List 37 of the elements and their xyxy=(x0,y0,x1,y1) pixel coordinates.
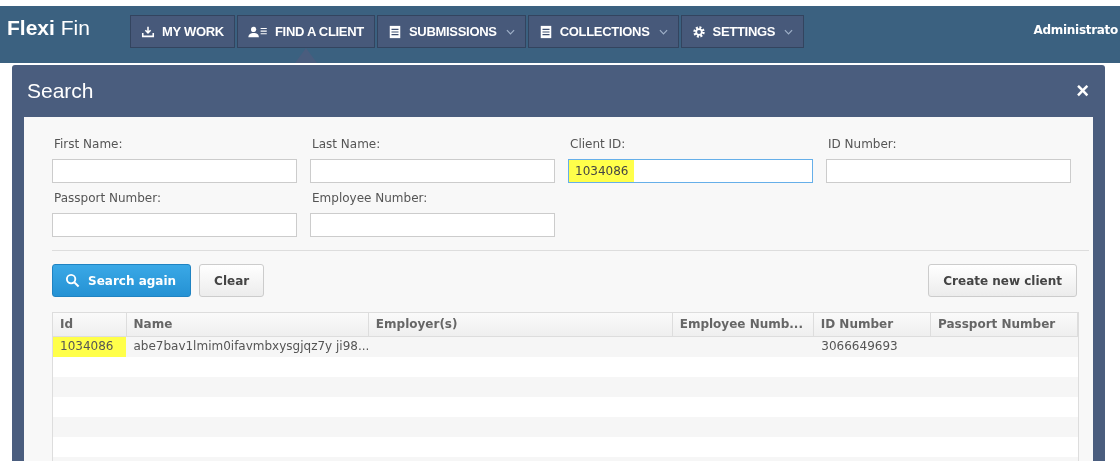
nav-tab[interactable]: SETTINGS xyxy=(680,15,805,48)
field-label: ID Number: xyxy=(827,137,898,151)
dialog-title: Search xyxy=(26,79,94,103)
column-header[interactable]: Employee Numb... xyxy=(672,313,814,336)
table-cell: 3066649693 xyxy=(821,339,898,353)
close-button[interactable]: × xyxy=(1072,80,1093,102)
clear-button[interactable]: Clear xyxy=(199,264,265,297)
input-field[interactable] xyxy=(826,159,1071,183)
person-list-icon xyxy=(247,24,268,39)
field-label: Passport Number: xyxy=(53,191,162,205)
input-field[interactable] xyxy=(52,159,297,183)
gear-icon xyxy=(691,24,706,39)
column-header[interactable]: Name xyxy=(126,313,369,336)
create-client-button[interactable]: Create new client xyxy=(928,264,1077,297)
document-icon xyxy=(387,24,402,39)
column-header[interactable]: Id xyxy=(53,313,127,336)
column-header[interactable]: ID Number xyxy=(813,313,931,336)
nav-tab[interactable]: MY WORK xyxy=(130,15,235,48)
table-cell: abe7bav1lmim0ifavmbxysgjqz7y ji98... xyxy=(133,339,370,353)
field-label: Last Name: xyxy=(311,137,382,151)
field-label: Employee Number: xyxy=(311,191,429,205)
field-label: Client ID: xyxy=(569,137,627,151)
nav-tab[interactable]: COLLECTIONS xyxy=(527,15,679,48)
column-header[interactable]: Passport Number xyxy=(931,313,1078,336)
input-field[interactable] xyxy=(52,213,297,237)
table-cell: 1034086 xyxy=(60,339,114,353)
document-icon xyxy=(538,24,553,39)
app-logo: Flexi Fin xyxy=(6,15,91,40)
input-field[interactable] xyxy=(310,213,555,237)
input-field[interactable] xyxy=(310,159,555,183)
user-name[interactable]: Administrato xyxy=(1033,23,1118,37)
search-icon xyxy=(65,273,80,288)
input-field[interactable]: 1034086 xyxy=(568,159,813,183)
nav-tab[interactable]: SUBMISSIONS xyxy=(376,15,526,48)
download-icon xyxy=(141,24,155,39)
column-header[interactable]: Employer(s) xyxy=(368,313,673,336)
field-label: First Name: xyxy=(53,137,124,151)
